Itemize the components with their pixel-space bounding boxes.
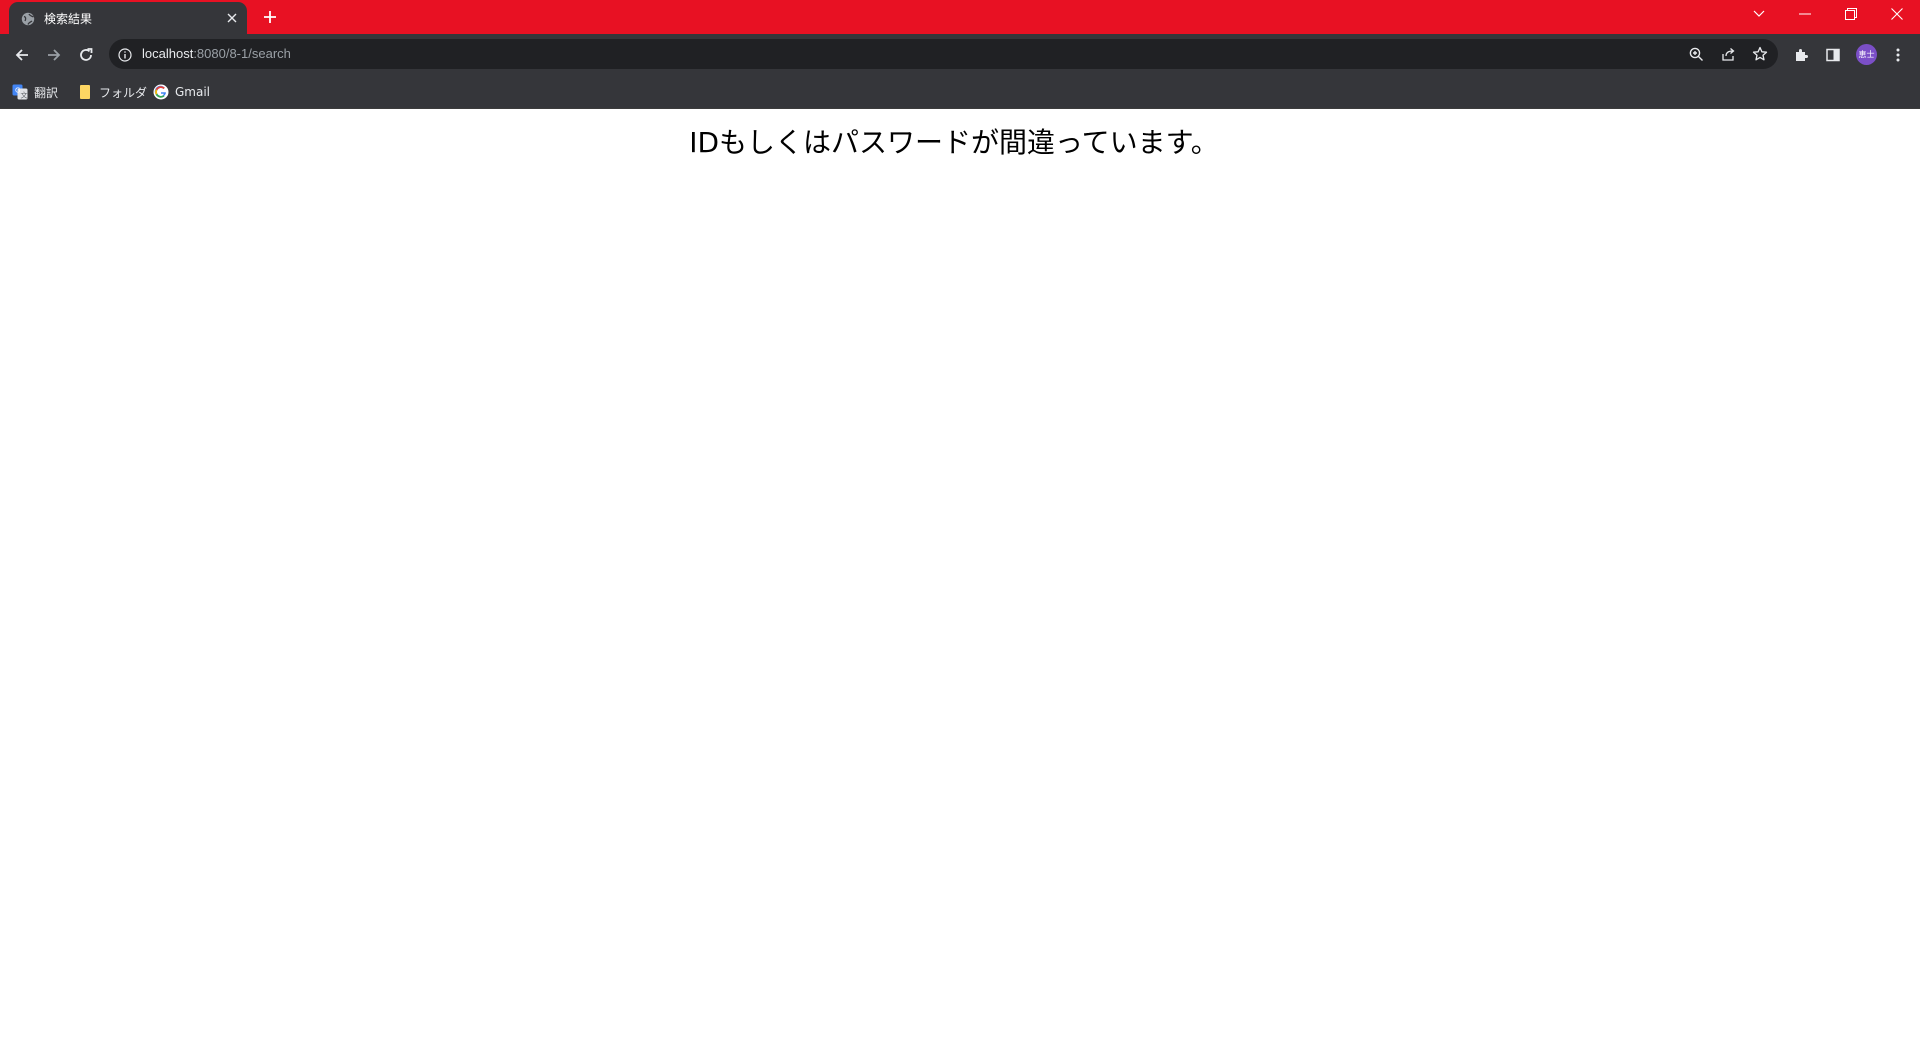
svg-text:文: 文	[21, 91, 28, 100]
globe-icon	[21, 11, 35, 26]
reload-icon	[80, 48, 93, 61]
page-viewport: IDもしくはパスワードが間違っています。	[0, 109, 1920, 1040]
new-tab-button[interactable]	[260, 7, 280, 27]
reload-button[interactable]	[73, 42, 99, 68]
address-bar[interactable]: localhost:8080/8-1/search	[109, 39, 1778, 69]
forward-button[interactable]	[41, 42, 67, 68]
bookmark-label: フォルダ	[99, 85, 148, 100]
url-path: :8080/8-1/search	[193, 46, 291, 61]
bookmark-star-icon[interactable]	[1751, 45, 1769, 63]
url-host: localhost	[142, 46, 194, 61]
minimize-icon	[1799, 13, 1811, 15]
share-icon[interactable]	[1719, 45, 1737, 63]
restore-button[interactable]	[1828, 0, 1874, 28]
arrow-right-icon	[48, 49, 61, 61]
google-icon	[153, 84, 169, 100]
minimize-button[interactable]	[1782, 0, 1828, 28]
bookmark-label: 翻訳	[34, 85, 59, 100]
google-translate-icon: G 文	[12, 84, 28, 100]
profile-avatar[interactable]: 恵士	[1856, 44, 1877, 65]
restore-icon	[1845, 8, 1857, 20]
tab-strip: 検索結果	[0, 0, 1920, 34]
url-text[interactable]: localhost:8080/8-1/search	[142, 46, 291, 61]
close-icon	[1891, 8, 1903, 20]
bookmark-translate[interactable]: G 文 翻訳	[12, 81, 58, 103]
bookmarks-bar: G 文 翻訳 フォルダ Gmail	[0, 75, 1920, 109]
bookmark-label: Gmail	[175, 85, 211, 99]
extensions-icon[interactable]	[1791, 45, 1811, 65]
close-window-button[interactable]	[1874, 0, 1920, 28]
zoom-icon[interactable]	[1687, 45, 1705, 63]
folder-icon	[77, 84, 93, 100]
chevron-down-icon	[1753, 10, 1765, 17]
tab-title: 検索結果	[44, 12, 93, 26]
browser-toolbar: localhost:8080/8-1/search 恵士	[0, 34, 1920, 75]
arrow-left-icon	[15, 49, 28, 61]
bookmark-gmail[interactable]: Gmail	[153, 81, 210, 103]
close-tab-icon[interactable]	[224, 10, 240, 26]
plus-icon	[264, 11, 276, 23]
tab-search-dropdown-button[interactable]	[1736, 0, 1782, 28]
menu-kebab-icon[interactable]	[1888, 45, 1908, 65]
bookmark-folder[interactable]: フォルダ	[77, 81, 147, 103]
error-message: IDもしくはパスワードが間違っています。	[689, 126, 1219, 159]
tab-search-results[interactable]: 検索結果	[9, 2, 247, 34]
site-info-icon[interactable]	[118, 47, 132, 62]
side-panel-icon[interactable]	[1823, 45, 1843, 65]
back-button[interactable]	[9, 42, 35, 68]
